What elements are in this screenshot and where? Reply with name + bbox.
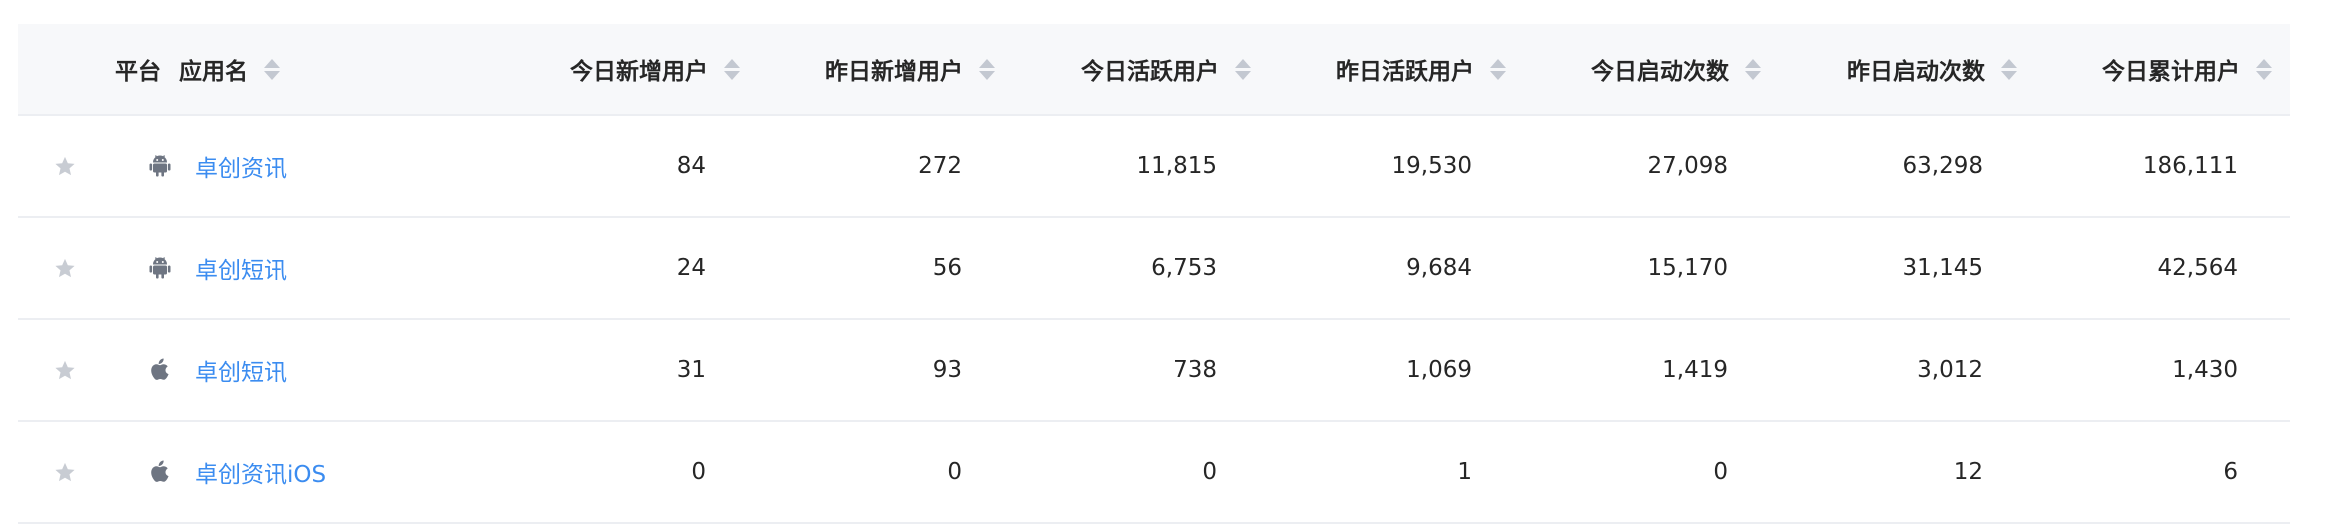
table-cell-6: 186,111 [2142, 153, 2238, 179]
table-cell-1: 56 [932, 255, 962, 281]
table-cell-2: 0 [1202, 459, 1217, 485]
table-cell-4: 27,098 [1647, 153, 1728, 179]
table-cell-6: 42,564 [2157, 255, 2238, 281]
table-cell-6: 6 [2223, 459, 2238, 485]
app-name-link[interactable]: 卓创资讯iOS [195, 422, 326, 522]
table-cell-3: 1,069 [1406, 357, 1472, 383]
table-row: 卓创资讯iOS 0 0 0 1 0 12 6 [18, 422, 2290, 524]
sort-icon[interactable] [1745, 54, 1761, 84]
table-cell-4: 1,419 [1662, 357, 1728, 383]
header-col-4[interactable]: 今日启动次数 [1591, 24, 1761, 114]
header-app-name-label: 应用名 [179, 59, 248, 85]
table-cell-3: 19,530 [1391, 153, 1472, 179]
table-cell-5: 12 [1953, 459, 1983, 485]
table-cell-1: 0 [947, 459, 962, 485]
sort-icon[interactable] [979, 54, 995, 84]
table-cell-0: 24 [676, 255, 706, 281]
table-cell-5: 3,012 [1917, 357, 1983, 383]
header-col-3[interactable]: 昨日活跃用户 [1336, 24, 1506, 114]
apple-icon [147, 422, 173, 522]
android-icon [147, 218, 173, 318]
header-col-label: 昨日启动次数 [1847, 59, 1985, 85]
header-col-1[interactable]: 昨日新增用户 [825, 24, 995, 114]
header-col-label: 昨日活跃用户 [1336, 59, 1474, 85]
table-cell-1: 93 [932, 357, 962, 383]
header-col-label: 今日启动次数 [1591, 59, 1729, 85]
header-col-label: 昨日新增用户 [825, 59, 963, 85]
apple-icon [147, 320, 173, 420]
header-col-label: 今日累计用户 [2102, 59, 2240, 85]
sort-icon[interactable] [264, 54, 280, 84]
star-icon[interactable] [53, 116, 77, 216]
table-header: 平台 应用名 今日新增用户 昨日新增用户 今日活跃用户 昨日活跃用户 今日启动次数 昨日启… [18, 24, 2290, 116]
sort-icon[interactable] [2001, 54, 2017, 84]
star-icon[interactable] [53, 320, 77, 420]
table-cell-6: 1,430 [2172, 357, 2238, 383]
table-cell-5: 63,298 [1902, 153, 1983, 179]
table-row: 卓创短讯 24 56 6,753 9,684 15,170 31,145 42,564 [18, 218, 2290, 320]
app-name-link[interactable]: 卓创短讯 [195, 218, 287, 318]
star-icon[interactable] [53, 422, 77, 522]
table-cell-0: 31 [676, 357, 706, 383]
header-col-5[interactable]: 昨日启动次数 [1847, 24, 2017, 114]
table-row: 卓创短讯 31 93 738 1,069 1,419 3,012 1,430 [18, 320, 2290, 422]
header-col-6[interactable]: 今日累计用户 [2102, 24, 2272, 114]
table-cell-2: 11,815 [1136, 153, 1217, 179]
app-name-link[interactable]: 卓创短讯 [195, 320, 287, 420]
table-cell-5: 31,145 [1902, 255, 1983, 281]
table-cell-3: 1 [1457, 459, 1472, 485]
header-platform: 平台 [115, 24, 161, 114]
sort-icon[interactable] [1490, 54, 1506, 84]
table-cell-0: 0 [691, 459, 706, 485]
table-cell-4: 0 [1713, 459, 1728, 485]
android-icon [147, 116, 173, 216]
table-row: 卓创资讯 84 272 11,815 19,530 27,098 63,298 186,111 [18, 116, 2290, 218]
sort-icon[interactable] [724, 54, 740, 84]
header-col-2[interactable]: 今日活跃用户 [1081, 24, 1251, 114]
header-col-label: 今日新增用户 [570, 59, 708, 85]
table-cell-2: 6,753 [1151, 255, 1217, 281]
table-cell-0: 84 [676, 153, 706, 179]
header-platform-label: 平台 [115, 59, 161, 85]
table-cell-1: 272 [918, 153, 962, 179]
sort-icon[interactable] [2256, 54, 2272, 84]
star-icon[interactable] [53, 218, 77, 318]
header-app-name[interactable]: 应用名 [179, 24, 280, 114]
table-cell-3: 9,684 [1406, 255, 1472, 281]
table-cell-2: 738 [1173, 357, 1217, 383]
app-name-link[interactable]: 卓创资讯 [195, 116, 287, 216]
sort-icon[interactable] [1235, 54, 1251, 84]
header-col-0[interactable]: 今日新增用户 [570, 24, 740, 114]
header-col-label: 今日活跃用户 [1081, 59, 1219, 85]
app-stats-table: 平台 应用名 今日新增用户 昨日新增用户 今日活跃用户 昨日活跃用户 今日启动次数 昨日启… [18, 24, 2290, 524]
table-cell-4: 15,170 [1647, 255, 1728, 281]
